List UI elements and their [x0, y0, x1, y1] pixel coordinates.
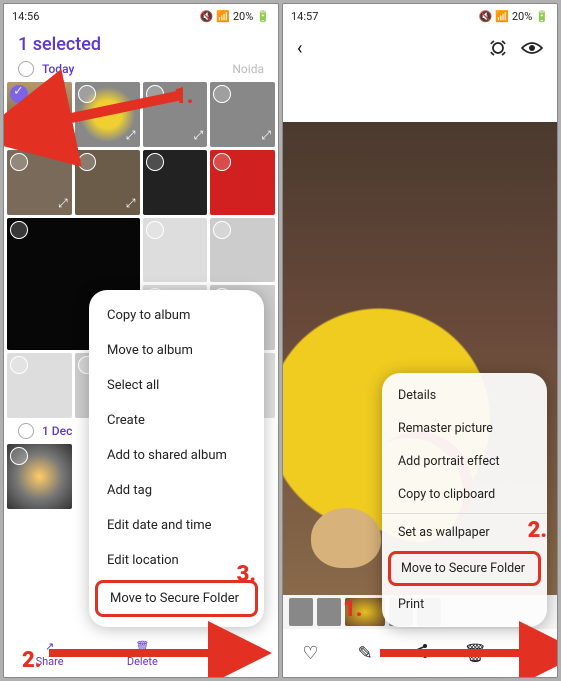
thumbnail-checkbox[interactable]: [213, 221, 231, 239]
photo-thumbnail[interactable]: [143, 218, 208, 283]
menu-create[interactable]: Create: [89, 403, 264, 438]
bottom-action-bar: ♡ ✎ 🗑 ⋮: [283, 629, 557, 677]
photo-thumbnail[interactable]: [143, 150, 208, 215]
expand-icon[interactable]: ⤢: [58, 196, 68, 211]
thumbnail-checkbox[interactable]: [10, 356, 28, 374]
battery-text: 20%: [233, 10, 253, 23]
expand-icon[interactable]: ⤢: [126, 128, 136, 143]
menu-add-shared[interactable]: Add to shared album: [89, 438, 264, 473]
share-button[interactable]: ↗ Share: [36, 640, 64, 668]
menu-portrait[interactable]: Add portrait effect: [382, 445, 547, 478]
status-time: 14:56: [12, 10, 39, 23]
battery-text: 20%: [512, 10, 532, 23]
thumbnail-checkbox[interactable]: [213, 85, 231, 103]
battery-icon: 🔋: [535, 10, 549, 23]
status-icons: 🔇 📶 20% 🔋: [199, 10, 270, 23]
strip-thumb-current[interactable]: [345, 598, 385, 626]
photo-thumbnail[interactable]: [7, 444, 72, 509]
thumbnail-checkbox[interactable]: [213, 153, 231, 171]
more-menu: Copy to album Move to album Select all C…: [89, 290, 264, 627]
thumbnail-checkbox[interactable]: [146, 221, 164, 239]
menu-remaster[interactable]: Remaster picture: [382, 412, 547, 445]
delete-button[interactable]: 🗑 Delete: [127, 640, 158, 668]
photo-thumbnail[interactable]: ⤢: [75, 150, 140, 215]
favorite-button[interactable]: ♡: [299, 643, 321, 664]
status-time: 14:57: [291, 10, 318, 23]
photo-thumbnail[interactable]: [210, 218, 275, 283]
menu-edit-date[interactable]: Edit date and time: [89, 508, 264, 543]
photo-thumbnail[interactable]: [7, 353, 72, 418]
thumbnail-checkbox[interactable]: [78, 153, 96, 171]
more-button[interactable]: More: [221, 641, 246, 667]
viewer-header: ‹: [283, 28, 557, 68]
thumbnail-checkbox[interactable]: [10, 221, 28, 239]
thumbnail-checkbox[interactable]: [146, 85, 164, 103]
menu-details[interactable]: Details: [382, 379, 547, 412]
photo-thumbnail[interactable]: ⤢: [143, 82, 208, 147]
expand-icon[interactable]: ⤢: [261, 128, 271, 143]
more-menu: Details Remaster picture Add portrait ef…: [382, 373, 547, 627]
bixby-vision-icon[interactable]: [487, 37, 509, 59]
status-bar: 14:56 🔇 📶 20% 🔋: [4, 4, 278, 28]
mute-icon: 🔇: [199, 10, 213, 23]
select-day-checkbox[interactable]: [18, 423, 34, 439]
photo-thumbnail[interactable]: ⤢: [75, 82, 140, 147]
delete-button[interactable]: 🗑: [464, 643, 486, 664]
menu-copy-clipboard[interactable]: Copy to clipboard: [382, 478, 547, 511]
menu-copy-to-album[interactable]: Copy to album: [89, 298, 264, 333]
eye-icon[interactable]: [521, 37, 543, 59]
edit-button[interactable]: ✎: [354, 643, 376, 664]
menu-move-to-album[interactable]: Move to album: [89, 333, 264, 368]
expand-icon[interactable]: ⤢: [126, 196, 136, 211]
bottom-action-bar: ↗ Share 🗑 Delete More: [4, 631, 278, 677]
menu-select-all[interactable]: Select all: [89, 368, 264, 403]
thumbnail-checkbox[interactable]: [78, 85, 96, 103]
more-icon: [232, 645, 235, 648]
status-bar: 14:57 🔇 📶 20% 🔋: [283, 4, 557, 28]
menu-move-secure[interactable]: Move to Secure Folder: [95, 580, 258, 617]
signal-icon: 📶: [495, 10, 509, 23]
selection-title: 1 selected: [4, 28, 278, 59]
photo-thumbnail[interactable]: ⤢: [7, 150, 72, 215]
share-icon: ↗: [45, 640, 54, 653]
status-icons: 🔇 📶 20% 🔋: [478, 10, 549, 23]
menu-edit-location[interactable]: Edit location: [89, 543, 264, 578]
trash-icon: 🗑: [135, 640, 149, 653]
battery-icon: 🔋: [256, 10, 270, 23]
date-label: 1 Dec: [42, 424, 72, 438]
expand-icon[interactable]: ⤢: [58, 128, 68, 143]
today-label: Today: [42, 62, 74, 76]
signal-icon: 📶: [216, 10, 230, 23]
mute-icon: 🔇: [478, 10, 492, 23]
share-button[interactable]: [409, 642, 431, 665]
menu-print[interactable]: Print: [382, 588, 547, 621]
select-day-checkbox[interactable]: [18, 61, 34, 77]
more-button[interactable]: ⋮: [519, 643, 541, 664]
menu-wallpaper[interactable]: Set as wallpaper: [382, 516, 547, 549]
menu-move-secure[interactable]: Move to Secure Folder: [388, 551, 541, 586]
thumbnail-checkbox[interactable]: [146, 153, 164, 171]
thumbnail-checkbox[interactable]: [10, 153, 28, 171]
back-button[interactable]: ‹: [297, 38, 302, 59]
photo-viewer-screen: 14:57 🔇 📶 20% 🔋 ‹ Details Remaster pictu…: [282, 3, 558, 678]
photo-thumbnail[interactable]: [210, 150, 275, 215]
photo-thumbnail[interactable]: ⤢: [210, 82, 275, 147]
gallery-selection-screen: 14:56 🔇 📶 20% 🔋 1 selected Today Noida ⤢…: [3, 3, 279, 678]
thumbnail-checkbox[interactable]: [10, 85, 28, 103]
strip-thumb[interactable]: [289, 598, 313, 626]
location-label: Noida: [232, 62, 264, 76]
menu-divider: [382, 513, 547, 514]
photo-thumbnail[interactable]: ⤢: [7, 82, 72, 147]
menu-add-tag[interactable]: Add tag: [89, 473, 264, 508]
expand-icon[interactable]: ⤢: [194, 128, 204, 143]
strip-thumb[interactable]: [317, 598, 341, 626]
thumbnail-checkbox[interactable]: [10, 447, 28, 465]
